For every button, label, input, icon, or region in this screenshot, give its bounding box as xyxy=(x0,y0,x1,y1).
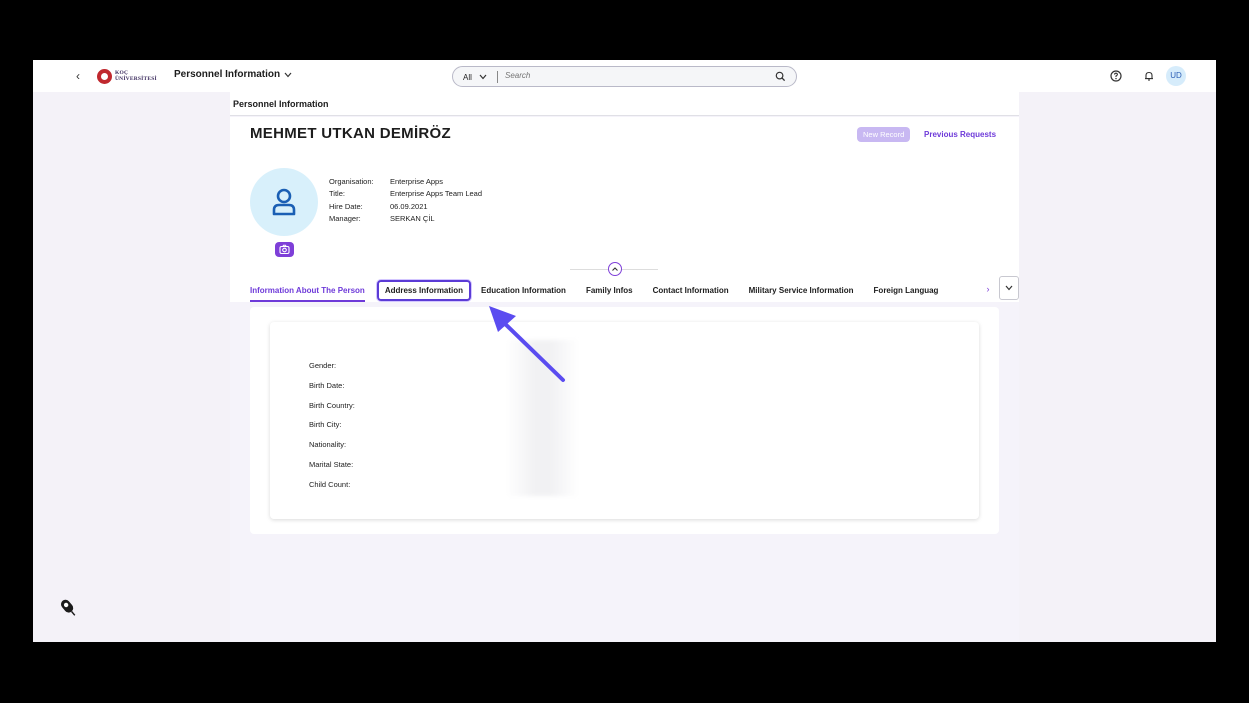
app-title: Personnel Information xyxy=(174,69,281,80)
tab-military-service-information[interactable]: Military Service Information xyxy=(749,286,854,295)
tab-contact-information[interactable]: Contact Information xyxy=(653,286,729,295)
search-scope-label: All xyxy=(463,72,472,82)
tab-information-about-person[interactable]: Information About The Person xyxy=(250,286,365,302)
shell-bar: ‹ KOÇ ÜNİVERSİTESİ Personnel Information… xyxy=(33,60,1216,92)
employee-name: MEHMET UTKAN DEMİRÖZ xyxy=(250,125,451,142)
search-scope-select[interactable]: All xyxy=(463,71,498,83)
page-title-bar: Personnel Information xyxy=(230,92,1019,116)
meta-row-hire-date: Hire Date: 06.09.2021 xyxy=(329,201,482,213)
tab-family-infos[interactable]: Family Infos xyxy=(586,286,633,295)
person-info-card: Gender: Birth Date: Birth Country: Birth… xyxy=(270,322,979,519)
employee-meta: Organisation: Enterprise Apps Title: Enter… xyxy=(329,176,482,225)
personnel-page: Personnel Information MEHMET UTKAN DEMİR… xyxy=(230,92,1019,642)
tab-foreign-language[interactable]: Foreign Languag xyxy=(874,286,944,295)
new-record-button[interactable]: New Record xyxy=(857,127,911,142)
field-label-birth-country: Birth Country: xyxy=(309,400,355,410)
field-label-birth-city: Birth City: xyxy=(309,420,342,430)
field-label-gender: Gender: xyxy=(309,361,337,370)
previous-requests-link[interactable]: Previous Requests xyxy=(924,130,996,139)
logo-text: KOÇ ÜNİVERSİTESİ xyxy=(115,70,157,82)
meta-value: Enterprise Apps Team Lead xyxy=(390,189,483,199)
chevron-down-icon xyxy=(284,72,292,77)
blurred-values xyxy=(506,340,579,496)
chevron-down-icon xyxy=(1005,285,1013,291)
field-label-marital-state: Marital State: xyxy=(309,459,354,469)
search-icon[interactable] xyxy=(775,71,786,82)
field-label-child-count: Child Count: xyxy=(309,479,351,489)
chevron-down-icon xyxy=(479,74,487,80)
meta-value: 06.09.2021 xyxy=(390,201,428,211)
tab-bar: Information About The Person Address Inf… xyxy=(250,278,1000,302)
meta-label: Hire Date: xyxy=(329,201,363,211)
search-input[interactable] xyxy=(505,71,765,80)
change-photo-button[interactable] xyxy=(275,242,294,257)
camera-icon xyxy=(279,244,290,255)
collapse-divider xyxy=(622,269,658,270)
field-label-birth-date: Birth Date: xyxy=(309,380,345,390)
meta-value: SERKAN ÇİL xyxy=(390,213,435,223)
person-info-fields: Gender: Birth Date: Birth Country: Birth… xyxy=(309,356,355,495)
tab-overflow-button[interactable] xyxy=(999,276,1019,300)
meta-label: Organisation: xyxy=(329,177,374,186)
logo-mark xyxy=(97,68,112,84)
pin-tool-icon[interactable] xyxy=(56,596,80,620)
bell-icon[interactable] xyxy=(1143,70,1155,82)
meta-row-title: Title: Enterprise Apps Team Lead xyxy=(329,188,482,200)
app-title-menu[interactable]: Personnel Information xyxy=(174,69,292,80)
employee-avatar xyxy=(250,168,318,236)
user-avatar[interactable]: UD xyxy=(1166,66,1186,86)
user-icon xyxy=(272,188,296,216)
search-bar: All xyxy=(452,66,797,87)
tab-education-information[interactable]: Education Information xyxy=(481,286,566,295)
tab-content-panel: Gender: Birth Date: Birth Country: Birth… xyxy=(250,307,999,534)
logo-line-2: ÜNİVERSİTESİ xyxy=(115,76,157,82)
tab-address-information[interactable]: Address Information xyxy=(376,279,472,301)
chevron-up-icon xyxy=(612,267,618,271)
help-icon[interactable] xyxy=(1110,70,1122,82)
company-logo[interactable]: KOÇ ÜNİVERSİTESİ xyxy=(97,68,159,84)
field-label-nationality: Nationality: xyxy=(309,440,347,450)
tab-scroll-right-icon[interactable]: › xyxy=(981,282,995,296)
collapse-divider xyxy=(570,269,608,270)
meta-value: Enterprise Apps xyxy=(390,177,443,186)
employee-header: MEHMET UTKAN DEMİRÖZ New Record Previous… xyxy=(230,117,1019,302)
meta-row-manager: Manager: SERKAN ÇİL xyxy=(329,213,482,225)
collapse-header-button[interactable] xyxy=(608,262,622,276)
meta-label: Title: xyxy=(329,189,345,199)
search-divider xyxy=(496,71,498,83)
app-viewport: ‹ KOÇ ÜNİVERSİTESİ Personnel Information… xyxy=(33,60,1216,642)
meta-label: Manager: xyxy=(329,213,361,223)
meta-row-organisation: Organisation: Enterprise Apps xyxy=(329,176,482,188)
back-icon[interactable]: ‹ xyxy=(71,69,85,83)
page-title: Personnel Information xyxy=(233,99,329,109)
